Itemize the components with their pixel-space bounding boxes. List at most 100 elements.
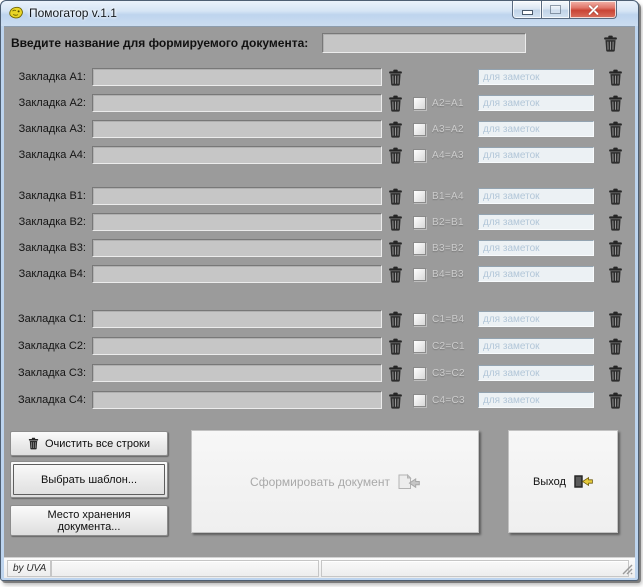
sync-checkbox-b3-label[interactable]: B3=B2: [432, 243, 464, 254]
sync-checkbox-c1-label[interactable]: C1=B4: [432, 314, 464, 325]
statusbar-panel-right: [321, 560, 629, 577]
notes-c1-input[interactable]: [478, 311, 594, 327]
notes-c2-input[interactable]: [478, 338, 594, 354]
sync-checkbox-a3-label[interactable]: A3=A2: [432, 124, 464, 135]
helper-app-icon: [8, 5, 24, 21]
trash-icon: [608, 214, 623, 231]
bookmark-c4-input[interactable]: [92, 391, 382, 409]
sync-checkbox-b1[interactable]: [413, 190, 426, 203]
sync-checkbox-c4[interactable]: [413, 394, 426, 407]
clear-all-rows-button[interactable]: Очистить все строки: [10, 431, 168, 456]
clear-notes-c2-button[interactable]: [607, 337, 624, 356]
sync-checkbox-b2-label[interactable]: B2=B1: [432, 217, 464, 228]
clear-bookmark-c2-button[interactable]: [387, 337, 404, 356]
clear-bookmark-c3-button[interactable]: [387, 364, 404, 383]
trash-icon: [388, 214, 403, 231]
bookmark-c2-input[interactable]: [92, 337, 382, 355]
document-name-input[interactable]: [322, 33, 526, 53]
notes-b1-input[interactable]: [478, 188, 594, 204]
bookmark-row-a4: Закладка A4: A4=A3: [8, 145, 633, 167]
clear-notes-b3-button[interactable]: [607, 239, 624, 258]
clear-notes-b1-button[interactable]: [607, 187, 624, 206]
bookmark-b2-input[interactable]: [92, 213, 382, 231]
sync-checkbox-a2[interactable]: [413, 97, 426, 110]
sync-checkbox-b4[interactable]: [413, 268, 426, 281]
bookmark-b3-input[interactable]: [92, 239, 382, 257]
sync-checkbox-c2[interactable]: [413, 340, 426, 353]
trash-icon: [388, 95, 403, 112]
clear-bookmark-a1-button[interactable]: [387, 68, 404, 87]
titlebar: Помогатор v.1.1: [1, 1, 638, 26]
statusbar-panel-middle: [51, 560, 319, 577]
sync-checkbox-b3[interactable]: [413, 242, 426, 255]
notes-a4-input[interactable]: [478, 147, 594, 163]
trash-icon: [388, 266, 403, 283]
minimize-button[interactable]: [512, 1, 541, 19]
sync-checkbox-a4-label[interactable]: A4=A3: [432, 150, 464, 161]
notes-a1-input[interactable]: [478, 69, 594, 85]
sync-checkbox-c4-label[interactable]: C4=C3: [432, 395, 465, 406]
exit-button[interactable]: Выход: [508, 430, 618, 533]
bookmark-c2-label: Закладка C2:: [18, 340, 86, 352]
sync-checkbox-c3[interactable]: [413, 367, 426, 380]
notes-a2-input[interactable]: [478, 95, 594, 111]
clear-bookmark-b2-button[interactable]: [387, 213, 404, 232]
clear-notes-a1-button[interactable]: [607, 68, 624, 87]
bookmark-c1-input[interactable]: [92, 310, 382, 328]
sync-checkbox-a3[interactable]: [413, 123, 426, 136]
sync-checkbox-b1-label[interactable]: B1=A4: [432, 191, 464, 202]
clear-bookmark-a3-button[interactable]: [387, 120, 404, 139]
clear-notes-c3-button[interactable]: [607, 364, 624, 383]
choose-template-button[interactable]: Выбрать шаблон...: [10, 461, 168, 498]
clear-bookmark-c1-button[interactable]: [387, 310, 404, 329]
trash-icon: [388, 392, 403, 409]
sync-checkbox-a2-label[interactable]: A2=A1: [432, 98, 464, 109]
resize-grip[interactable]: [621, 563, 633, 575]
storage-location-button[interactable]: Место хранения документа...: [10, 505, 168, 536]
document-forward-icon: [398, 473, 420, 490]
notes-b2-input[interactable]: [478, 214, 594, 230]
bookmark-a1-input[interactable]: [92, 68, 382, 86]
statusbar: by UVA: [4, 557, 635, 578]
bookmark-a3-input[interactable]: [92, 120, 382, 138]
notes-c3-input[interactable]: [478, 365, 594, 381]
generate-document-button[interactable]: Сформировать документ: [191, 430, 479, 533]
sync-checkbox-c3-label[interactable]: C3=C2: [432, 368, 465, 379]
clear-notes-c4-button[interactable]: [607, 391, 624, 410]
trash-icon: [608, 95, 623, 112]
bookmark-b1-input[interactable]: [92, 187, 382, 205]
sync-checkbox-b2[interactable]: [413, 216, 426, 229]
sync-checkbox-b4-label[interactable]: B4=B3: [432, 269, 464, 280]
minimize-icon: [521, 10, 533, 15]
clear-bookmark-b4-button[interactable]: [387, 265, 404, 284]
close-button[interactable]: [570, 1, 617, 19]
clear-notes-a3-button[interactable]: [607, 120, 624, 139]
notes-b4-input[interactable]: [478, 266, 594, 282]
clear-bookmark-a4-button[interactable]: [387, 146, 404, 165]
sync-checkbox-c2-label[interactable]: C2=C1: [432, 341, 465, 352]
clear-bookmark-a2-button[interactable]: [387, 94, 404, 113]
clear-bookmark-c4-button[interactable]: [387, 391, 404, 410]
clear-notes-c1-button[interactable]: [607, 310, 624, 329]
clear-bookmark-b1-button[interactable]: [387, 187, 404, 206]
trash-icon: [608, 311, 623, 328]
bookmark-c1-label: Закладка C1:: [18, 313, 86, 325]
trash-icon: [388, 338, 403, 355]
clear-notes-b2-button[interactable]: [607, 213, 624, 232]
clear-notes-a4-button[interactable]: [607, 146, 624, 165]
bookmark-b3-label: Закладка B3:: [18, 242, 86, 254]
notes-b3-input[interactable]: [478, 240, 594, 256]
notes-c4-input[interactable]: [478, 392, 594, 408]
clear-notes-b4-button[interactable]: [607, 265, 624, 284]
notes-a3-input[interactable]: [478, 121, 594, 137]
clear-notes-a2-button[interactable]: [607, 94, 624, 113]
bookmark-c3-input[interactable]: [92, 364, 382, 382]
maximize-button[interactable]: [541, 1, 570, 19]
clear-document-name-button[interactable]: [602, 34, 619, 53]
bookmark-b4-input[interactable]: [92, 265, 382, 283]
sync-checkbox-c1[interactable]: [413, 313, 426, 326]
sync-checkbox-a4[interactable]: [413, 149, 426, 162]
clear-bookmark-b3-button[interactable]: [387, 239, 404, 258]
bookmark-a2-input[interactable]: [92, 94, 382, 112]
bookmark-a4-input[interactable]: [92, 146, 382, 164]
